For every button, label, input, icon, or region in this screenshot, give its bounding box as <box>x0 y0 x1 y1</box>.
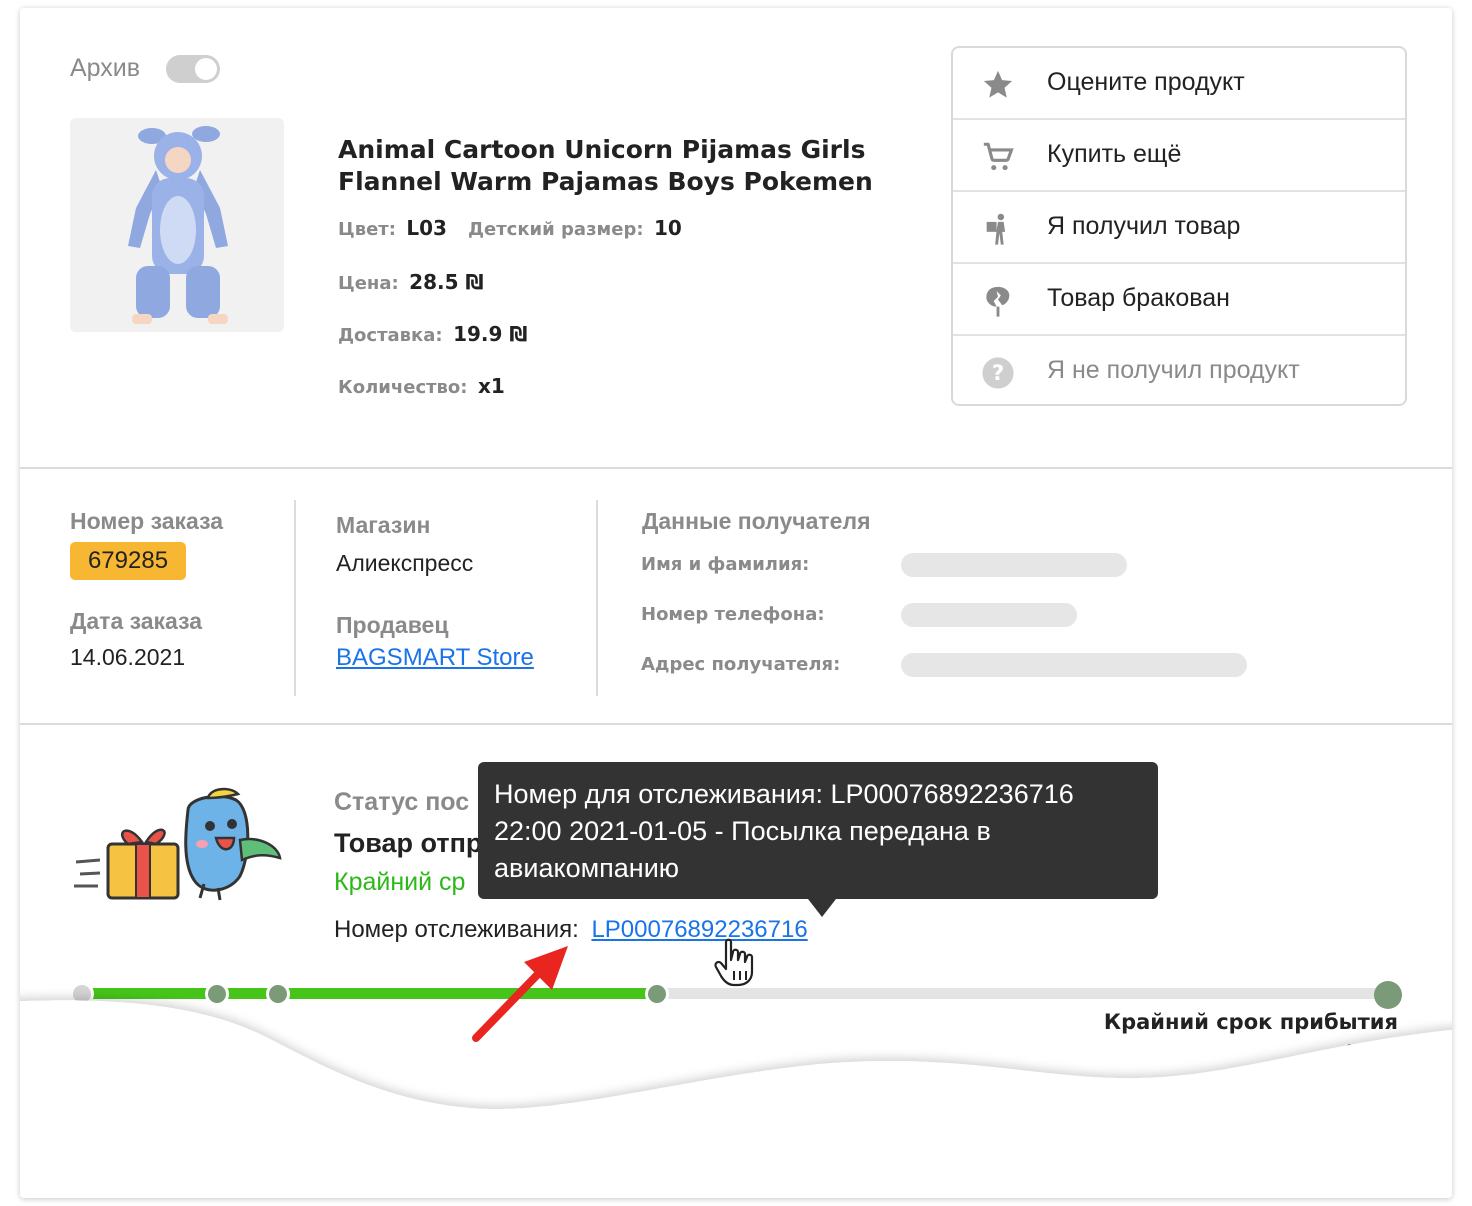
size-label: Детский размер: <box>468 219 644 240</box>
price-value: 28.5 ₪ <box>409 270 484 294</box>
archive-toggle[interactable] <box>166 55 220 83</box>
seller-link[interactable]: BAGSMART Store <box>336 644 534 672</box>
star-icon <box>983 70 1013 98</box>
product-title[interactable]: Animal Cartoon Unicorn Pijamas Girls Fla… <box>338 134 898 198</box>
status-deadline-note: Крайний ср <box>334 868 466 896</box>
not-received-button[interactable]: ? Я не получил продукт <box>953 336 1405 408</box>
quantity-label: Количество: <box>338 377 468 398</box>
shipping-value: 19.9 ₪ <box>453 322 528 346</box>
recipient-phone-label: Номер телефона: <box>641 604 825 625</box>
price-label: Цена: <box>338 273 399 294</box>
action-label: Я получил товар <box>1047 212 1241 240</box>
column-divider <box>596 500 598 696</box>
section-divider <box>20 467 1452 469</box>
tooltip-line: Номер для отслеживания: LP00076892236716 <box>494 779 1074 809</box>
recipient-name-label: Имя и фамилия: <box>641 554 810 575</box>
column-divider <box>294 500 296 696</box>
cart-icon <box>983 142 1014 171</box>
shipping-row: Доставка: 19.9 ₪ <box>338 322 527 346</box>
torn-edge-decoration <box>20 1000 1452 1198</box>
product-image[interactable] <box>70 118 284 332</box>
recipient-address-label: Адрес получателя: <box>641 654 841 675</box>
tooltip-line: авиакомпанию <box>494 853 680 883</box>
tooltip-line: 22:00 2021-01-05 - Посылка передана в <box>494 816 991 846</box>
size-value: 10 <box>654 216 682 240</box>
broken-icon <box>986 286 1010 317</box>
action-label: Я не получил продукт <box>1047 356 1300 384</box>
question-icon: ? <box>982 357 1014 389</box>
product-title-line: Animal Cartoon Unicorn Pijamas Girls <box>338 135 866 164</box>
price-row: Цена: 28.5 ₪ <box>338 270 484 294</box>
size-row: Детский размер: 10 <box>468 216 682 240</box>
order-number-label: Номер заказа <box>70 508 224 534</box>
status-heading: Статус пос <box>334 788 470 816</box>
buy-again-button[interactable]: Купить ещё <box>953 120 1405 192</box>
color-row: Цвет: L03 <box>338 216 447 240</box>
color-value: L03 <box>406 216 447 240</box>
pajamas-figure-icon <box>70 118 284 332</box>
seller-label: Продавец <box>336 612 449 638</box>
toggle-knob <box>195 58 217 80</box>
shipping-label: Доставка: <box>338 325 443 346</box>
actions-panel: Оцените продукт Купить ещё Я получил тов… <box>951 46 1407 406</box>
action-label: Товар бракован <box>1047 284 1230 312</box>
recipient-address-redacted <box>901 653 1247 677</box>
parcel-bird-icon <box>74 787 282 901</box>
order-date-label: Дата заказа <box>70 608 203 634</box>
action-label: Оцените продукт <box>1047 68 1245 96</box>
color-label: Цвет: <box>338 219 396 240</box>
recipient-name-redacted <box>901 553 1127 577</box>
defective-button[interactable]: Товар бракован <box>953 264 1405 336</box>
product-title-line: Flannel Warm Pajamas Boys Pokemen <box>338 167 873 196</box>
recipient-heading: Данные получателя <box>642 508 871 534</box>
archive-label: Архив <box>70 54 141 82</box>
shop-label: Магазин <box>336 512 431 538</box>
received-button[interactable]: Я получил товар <box>953 192 1405 264</box>
shop-value: Алиекспресс <box>336 550 474 576</box>
svg-text:?: ? <box>992 361 1004 386</box>
action-label: Купить ещё <box>1047 140 1182 168</box>
recipient-phone-redacted <box>901 603 1077 627</box>
order-date-value: 14.06.2021 <box>70 644 186 670</box>
order-number-badge: 679285 <box>70 542 186 580</box>
tracking-tooltip: Номер для отслеживания: LP00076892236716… <box>478 762 1158 917</box>
tracking-number-link[interactable]: LP00076892236716 <box>591 916 807 943</box>
courier-icon <box>986 213 1006 245</box>
status-value: Товар отпр <box>334 828 483 858</box>
quantity-row: Количество: x1 <box>338 374 505 398</box>
delivery-illustration <box>70 780 290 904</box>
rate-product-button[interactable]: Оцените продукт <box>953 48 1405 120</box>
quantity-value: x1 <box>477 374 505 398</box>
section-divider <box>20 723 1452 725</box>
order-card: Архив Animal Cartoon Unicorn Pijamas Gir <box>20 8 1452 1198</box>
